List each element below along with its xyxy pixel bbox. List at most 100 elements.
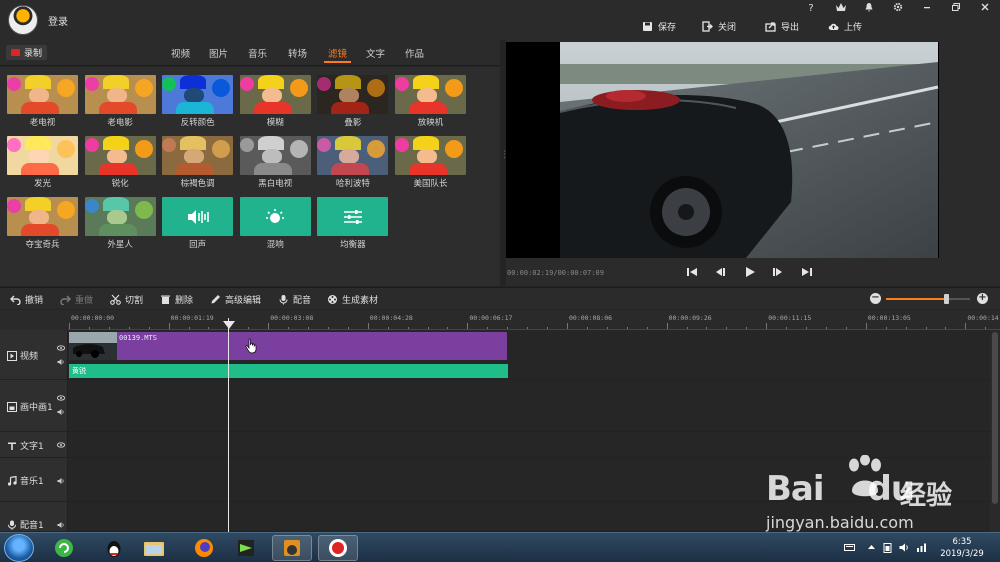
restore-icon[interactable] [947, 2, 965, 16]
next-frame-button[interactable] [771, 265, 785, 279]
upload-button[interactable]: 上传 [828, 18, 862, 34]
taskbar-app-firefox[interactable] [184, 535, 224, 561]
record-button[interactable]: 录制 [6, 45, 48, 60]
zoom-in-icon[interactable]: + [977, 293, 988, 304]
advanced-edit-label: 高级编辑 [225, 296, 262, 306]
close-window-icon[interactable] [976, 2, 994, 16]
filter-item[interactable]: 夺宝奇兵 [7, 197, 78, 250]
filter-item[interactable]: 模糊 [239, 75, 311, 128]
filter-clip[interactable]: 黄锐 [69, 364, 508, 378]
tab-music[interactable]: 音乐 [248, 46, 267, 60]
advanced-edit-button[interactable]: 高级编辑 [210, 293, 261, 306]
taskbar-app-refresh[interactable] [44, 535, 84, 561]
taskbar-app-video-editor[interactable] [272, 535, 312, 561]
playhead-line[interactable] [228, 318, 229, 532]
filter-item[interactable]: 棕褐色调 [162, 136, 234, 189]
save-button[interactable]: 保存 [642, 18, 676, 34]
arrow-up-icon[interactable] [866, 542, 877, 553]
video-preview[interactable] [506, 42, 939, 258]
taskbar-app-recorder[interactable] [318, 535, 358, 561]
volume-icon[interactable] [899, 542, 910, 553]
speaker-icon[interactable] [57, 358, 65, 366]
track-lane-video[interactable]: 00139.MTS 黄锐 [68, 330, 990, 380]
gear-icon[interactable] [889, 2, 907, 16]
filter-thumbnail [162, 75, 234, 114]
playhead-handle[interactable] [223, 321, 235, 329]
filter-item[interactable]: 黑白电视 [239, 136, 311, 189]
delete-button[interactable]: 删除 [160, 293, 193, 306]
track-lane-text[interactable] [68, 432, 990, 458]
play-button[interactable] [743, 265, 757, 279]
close-project-button[interactable]: 关闭 [702, 18, 736, 34]
eye-icon[interactable] [57, 344, 65, 352]
filter-item[interactable]: 外星人 [84, 197, 156, 250]
speaker-icon[interactable] [57, 521, 65, 529]
filter-item[interactable]: 放映机 [395, 75, 466, 128]
battery-icon[interactable] [882, 542, 893, 553]
filter-item[interactable]: 混响 [239, 197, 311, 250]
track-lane-music[interactable] [68, 458, 990, 502]
taskbar-app-qq[interactable] [94, 535, 134, 561]
filter-item[interactable]: 哈利波特 [317, 136, 389, 189]
filter-item[interactable]: 锐化 [84, 136, 156, 189]
zoom-out-icon[interactable]: − [870, 293, 881, 304]
tab-video[interactable]: 视频 [171, 46, 190, 60]
filter-item[interactable]: 美国队长 [395, 136, 466, 189]
undo-button[interactable]: 撤销 [10, 293, 43, 306]
prev-frame-button[interactable] [713, 265, 727, 279]
record-circle-icon [329, 539, 347, 557]
filter-item[interactable]: 发光 [7, 136, 78, 189]
speaker-icon[interactable] [57, 477, 65, 485]
export-button[interactable]: 导出 [765, 18, 799, 34]
video-clip[interactable]: 00139.MTS [69, 332, 507, 360]
filter-item[interactable]: 均衡器 [317, 197, 389, 250]
filter-label: 模糊 [266, 118, 284, 128]
minimize-icon[interactable] [918, 2, 936, 16]
bell-icon[interactable] [860, 2, 878, 16]
filter-item[interactable]: 回声 [162, 197, 234, 250]
cut-label: 切割 [125, 296, 144, 306]
avatar[interactable] [8, 5, 38, 35]
time-ruler[interactable]: 00:00:00:00 00:00:01:19 00:00:03:08 00:00:0… [68, 310, 1000, 330]
skip-end-button[interactable] [800, 265, 814, 279]
zoom-slider-handle[interactable] [944, 294, 950, 304]
dub-button[interactable]: 配音 [278, 293, 311, 306]
eye-icon[interactable] [57, 441, 65, 449]
filter-item[interactable]: 反转颜色 [162, 75, 234, 128]
cut-button[interactable]: 切割 [110, 293, 143, 306]
redo-button[interactable]: 重做 [60, 293, 93, 306]
filter-thumbnail [239, 197, 311, 236]
keyboard-icon[interactable] [844, 542, 855, 553]
filter-item[interactable]: 老电视 [7, 75, 78, 128]
timeline-scrollbar[interactable] [990, 330, 1000, 532]
filter-thumbnail [162, 136, 234, 175]
eye-icon[interactable] [57, 394, 65, 402]
speaker-icon[interactable] [57, 408, 65, 416]
track-lane-dub[interactable] [68, 502, 990, 532]
taskbar-app-explorer[interactable] [134, 535, 174, 561]
generate-material-button[interactable]: 生成素材 [327, 293, 378, 306]
network-icon[interactable] [916, 542, 927, 553]
text-track-icon [8, 442, 16, 450]
skip-start-button[interactable] [685, 265, 699, 279]
tab-works[interactable]: 作品 [405, 46, 424, 60]
login-link[interactable]: 登录 [48, 13, 68, 28]
filter-item[interactable]: 叠影 [317, 75, 389, 128]
vip-icon[interactable] [832, 2, 850, 16]
filter-item[interactable]: 老电影 [84, 75, 156, 128]
tab-image[interactable]: 图片 [209, 46, 228, 60]
firefox-icon [195, 539, 213, 557]
echo-icon [187, 209, 209, 224]
tab-text[interactable]: 文字 [366, 46, 385, 60]
track-name-pip: 画中画1 [20, 403, 53, 413]
tab-transition[interactable]: 转场 [288, 46, 307, 60]
zoom-slider[interactable] [886, 294, 970, 304]
system-clock[interactable]: 6:35 2019/3/29 [936, 536, 988, 560]
start-button[interactable] [4, 534, 34, 562]
help-icon[interactable]: ? [802, 2, 820, 16]
scrollbar-thumb[interactable] [992, 332, 998, 504]
zoom-control: − + [870, 293, 994, 305]
taskbar-app-media[interactable] [226, 535, 266, 561]
tab-filter[interactable]: 滤镜 [323, 46, 352, 63]
track-lane-pip[interactable] [68, 380, 990, 432]
